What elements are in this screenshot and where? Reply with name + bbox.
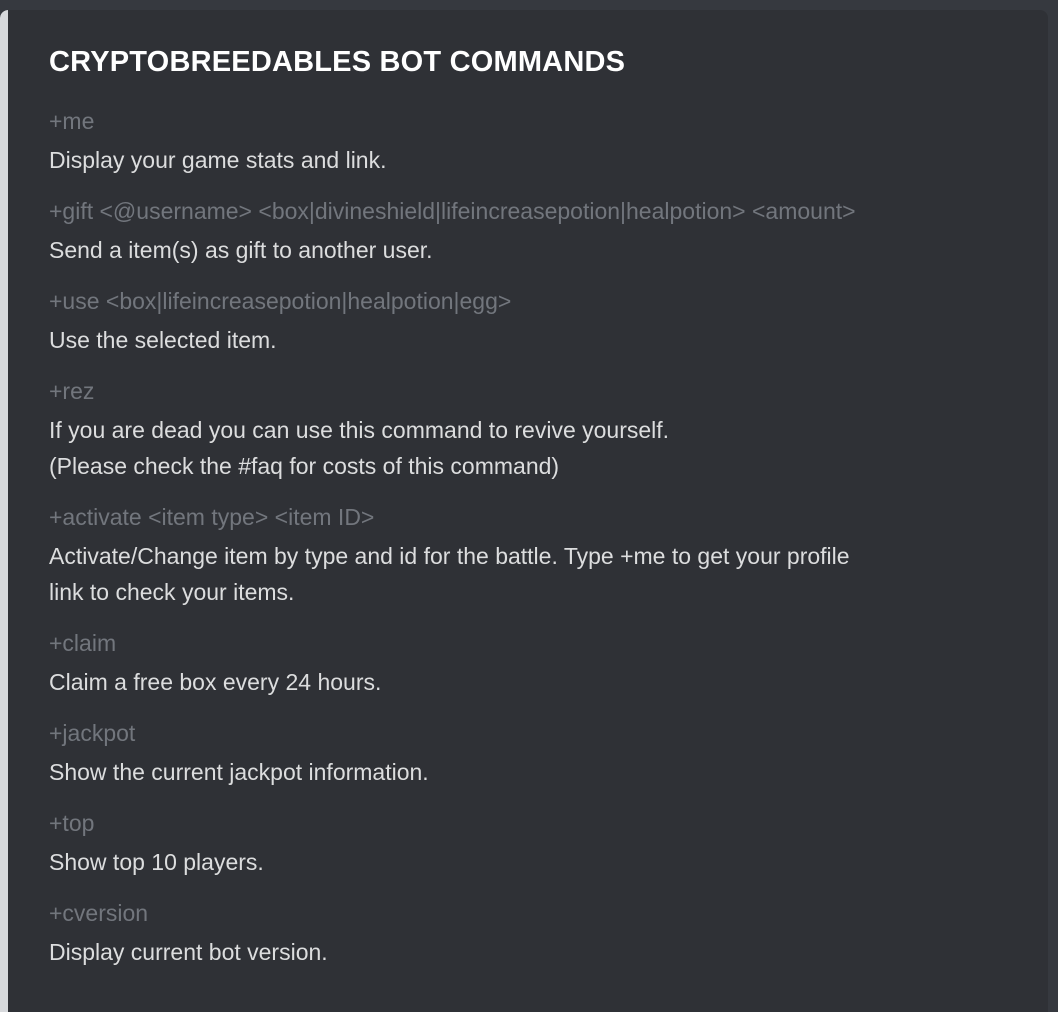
- command-field-top: +top Show top 10 players.: [49, 808, 1008, 880]
- command-description: Claim a free box every 24 hours.: [49, 669, 382, 695]
- command-name: +jackpot: [49, 720, 136, 746]
- command-field-jackpot: +jackpot Show the current jackpot inform…: [49, 718, 1008, 790]
- command-name: +me: [49, 108, 95, 134]
- command-description: If you are dead you can use this command…: [49, 417, 670, 479]
- embed-title: CRYPTOBREEDABLES BOT COMMANDS: [49, 46, 626, 78]
- bot-commands-embed: CRYPTOBREEDABLES BOT COMMANDS +me Displa…: [0, 10, 1048, 1012]
- command-field-cversion: +cversion Display current bot version.: [49, 898, 1008, 970]
- command-description: Send a item(s) as gift to another user.: [49, 237, 433, 263]
- command-description: Activate/Change item by type and id for …: [49, 543, 850, 605]
- embed-content: CRYPTOBREEDABLES BOT COMMANDS +me Displa…: [49, 44, 1008, 988]
- command-description: Use the selected item.: [49, 327, 277, 353]
- command-description: Show top 10 players.: [49, 849, 264, 875]
- command-name: +use <box|lifeincreasepotion|healpotion|…: [49, 288, 512, 314]
- command-description: Show the current jackpot information.: [49, 759, 429, 785]
- command-field-claim: +claim Claim a free box every 24 hours.: [49, 628, 1008, 700]
- command-description: Display current bot version.: [49, 939, 328, 965]
- command-field-use: +use <box|lifeincreasepotion|healpotion|…: [49, 286, 1008, 358]
- command-field-me: +me Display your game stats and link.: [49, 106, 1008, 178]
- command-field-gift: +gift <@username> <box|divineshield|life…: [49, 196, 1008, 268]
- command-name: +cversion: [49, 900, 149, 926]
- command-name: +activate <item type> <item ID>: [49, 504, 375, 530]
- command-name: +claim: [49, 630, 117, 656]
- command-description: Display your game stats and link.: [49, 147, 387, 173]
- command-name: +gift <@username> <box|divineshield|life…: [49, 198, 856, 224]
- command-name: +top: [49, 810, 95, 836]
- command-field-activate: +activate <item type> <item ID> Activate…: [49, 502, 1008, 610]
- command-name: +rez: [49, 378, 95, 404]
- embed-accent-bar: [0, 10, 8, 1012]
- command-field-rez: +rez If you are dead you can use this co…: [49, 376, 1008, 484]
